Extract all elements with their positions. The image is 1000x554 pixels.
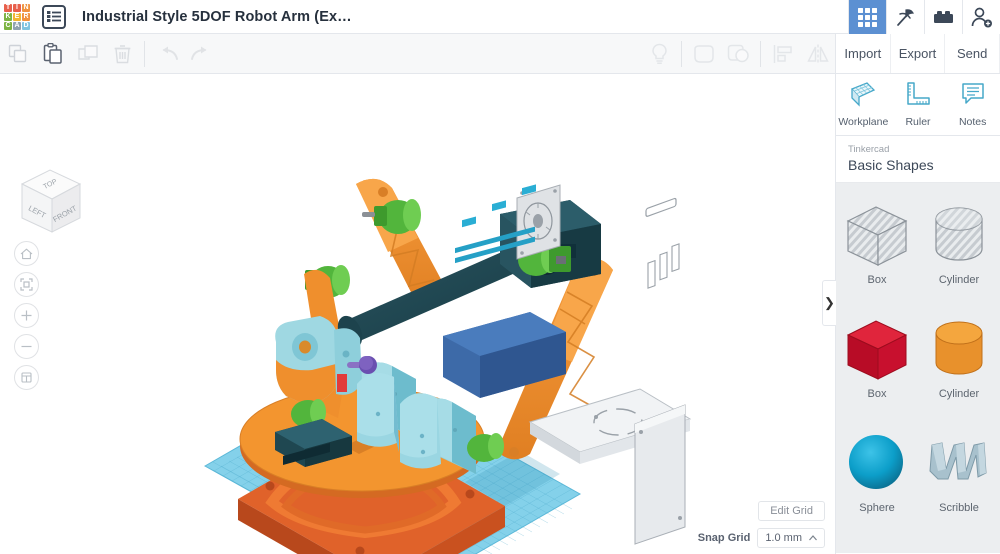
tab-send[interactable]: Send [945,34,1000,73]
logo-tile-d: D [22,22,30,30]
tab-export[interactable]: Export [891,34,946,73]
mirror-icon[interactable] [800,34,835,74]
shape-label: Box [868,388,887,400]
notes-tool-label: Notes [959,116,986,128]
shapes-grid: Box Cylinder Box [836,183,1000,553]
top-right-actions [848,0,1000,34]
logo-tile-i: I [13,4,21,12]
trash-icon[interactable] [105,34,140,74]
fan-plate [517,185,560,259]
view-cube[interactable]: TOP LEFT FRONT [10,162,88,238]
box-hole-thumbnail [840,201,914,271]
logo-tile-n: N [22,4,30,12]
shapes-panel: ❯ Import Export Send Workpla [835,34,1000,554]
toolbar-divider [144,41,145,67]
redo-arrow-icon[interactable] [184,34,219,74]
lightbulb-icon[interactable] [642,34,677,74]
cylinder-solid-thumbnail [922,315,996,385]
tinkercad-logo[interactable]: T I N K E R C A D [2,2,32,32]
toolbar-divider-3 [760,41,761,67]
design-canvas[interactable]: TOP LEFT FRONT [0,74,835,554]
category-name: Basic Shapes [848,157,988,173]
tab-import[interactable]: Import [836,34,891,73]
snap-grid-select[interactable]: 1.0 mm [757,528,825,548]
logo-tile-a: A [13,22,21,30]
shape-cylinder-hole[interactable]: Cylinder [918,183,1000,297]
cylinder-hole-thumbnail [922,201,996,271]
snap-grid-row: Snap Grid 1.0 mm [698,528,825,548]
logo-tile-k: K [4,13,12,21]
shape-box-solid[interactable]: Box [836,297,918,411]
paste-icon[interactable] [35,34,70,74]
chevron-up-icon [809,535,817,541]
group-icon[interactable] [686,34,721,74]
logo-tile-c: C [4,22,12,30]
list-icon[interactable] [42,5,66,29]
history-group [149,34,219,74]
shape-label: Sphere [859,502,894,514]
minus-icon[interactable] [14,334,39,359]
undo-arrow-icon[interactable] [149,34,184,74]
edit-grid-button[interactable]: Edit Grid [758,501,825,521]
grid-view-button[interactable] [848,0,886,34]
shape-scribble[interactable]: Scribble [918,411,1000,525]
gray-end-plate [635,198,685,544]
logo-tile-t: T [4,4,12,12]
ruler-icon [905,81,931,112]
view-nav-controls [14,241,39,396]
ungroup-icon[interactable] [721,34,756,74]
shape-label: Cylinder [939,388,979,400]
panel-tabs: Import Export Send [836,34,1000,74]
workplane-grid-icon [849,81,877,112]
notes-tool[interactable]: Notes [945,74,1000,135]
logo-tile-e: E [13,13,21,21]
hammer-pick-icon[interactable] [886,0,924,34]
shape-category[interactable]: Tinkercad Basic Shapes [836,136,1000,183]
tinkercad-app: T I N K E R C A D Industrial Style 5DOF … [0,0,1000,554]
logo-tile-r: R [22,13,30,21]
plus-icon[interactable] [14,303,39,328]
chevron-right-icon[interactable]: ❯ [822,280,836,326]
align-icon[interactable] [765,34,800,74]
scribble-thumbnail [922,429,996,499]
robot-arm-model[interactable] [0,74,835,554]
shape-label: Scribble [939,502,979,514]
ruler-tool[interactable]: Ruler [891,74,946,135]
shape-box-hole[interactable]: Box [836,183,918,297]
top-bar: T I N K E R C A D Industrial Style 5DOF … [0,0,1000,34]
box-solid-thumbnail [840,315,914,385]
edit-toolbar [0,34,835,74]
clipboard-group [0,34,140,74]
shape-label: Box [868,274,887,286]
lego-brick-icon[interactable] [924,0,962,34]
toolbar-divider-2 [681,41,682,67]
duplicate-icon[interactable] [70,34,105,74]
panel-tools: Workplane Ruler [836,74,1000,136]
page-title: Industrial Style 5DOF Robot Arm (Ex… [82,9,352,25]
sphere-thumbnail [840,429,914,499]
note-bubble-icon [960,81,986,112]
workplane-tool-label: Workplane [838,116,888,128]
shape-label: Cylinder [939,274,979,286]
shape-ops-group [642,34,835,74]
perspective-box-icon[interactable] [14,365,39,390]
category-source: Tinkercad [848,144,988,155]
copy-icon[interactable] [0,34,35,74]
snap-grid-value: 1.0 mm [765,532,802,544]
workplane-tool[interactable]: Workplane [836,74,891,135]
shape-cylinder-solid[interactable]: Cylinder [918,297,1000,411]
ruler-tool-label: Ruler [905,116,930,128]
person-add-icon[interactable] [962,0,1000,34]
snap-grid-label: Snap Grid [698,532,751,544]
shape-sphere[interactable]: Sphere [836,411,918,525]
fit-brackets-icon[interactable] [14,272,39,297]
grid-controls: Edit Grid Snap Grid 1.0 mm [698,501,825,548]
home-icon[interactable] [14,241,39,266]
